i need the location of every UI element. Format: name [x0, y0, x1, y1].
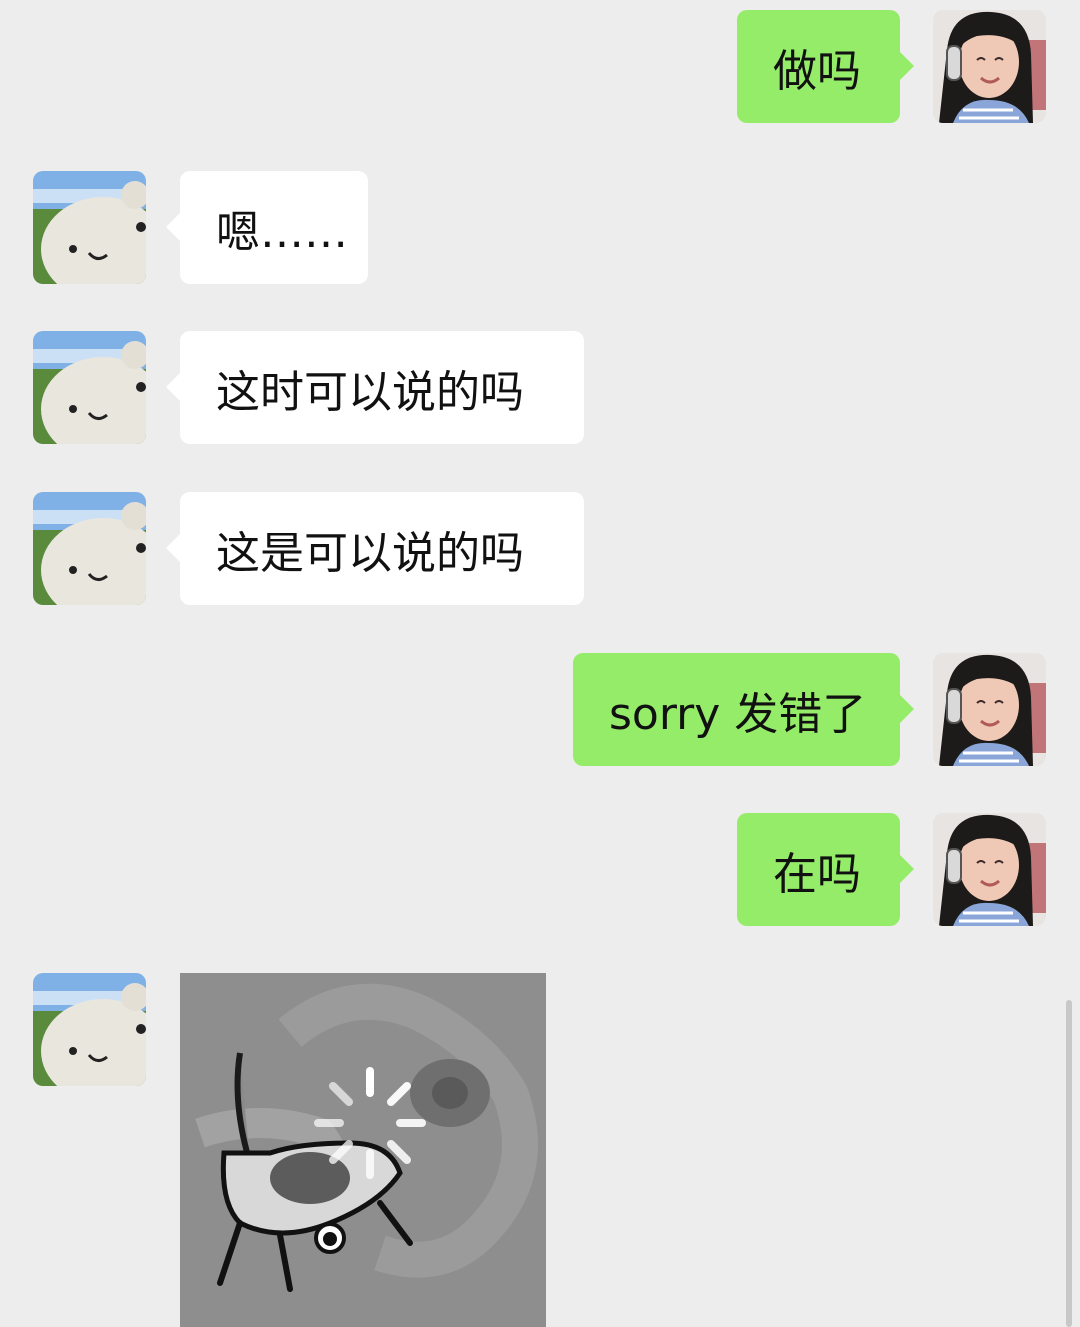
- message-bubble[interactable]: 嗯……: [166, 171, 368, 284]
- girl-with-headphones-avatar-icon: [933, 813, 1046, 926]
- image-message[interactable]: [180, 973, 546, 1327]
- cat-sticker-image: [180, 973, 546, 1327]
- message-bubble[interactable]: sorry 发错了: [573, 653, 914, 766]
- self-avatar[interactable]: [933, 813, 1046, 926]
- message-bubble[interactable]: 这时可以说的吗: [166, 331, 584, 444]
- message-text: 这是可以说的吗: [216, 527, 524, 579]
- girl-with-headphones-avatar-icon: [933, 653, 1046, 766]
- contact-avatar[interactable]: [33, 973, 146, 1086]
- message-row-incoming: 这是可以说的吗: [0, 492, 1080, 605]
- contact-avatar[interactable]: [33, 492, 146, 605]
- white-cat-avatar-icon: [33, 331, 146, 444]
- message-text: sorry 发错了: [609, 688, 867, 740]
- message-text: 这时可以说的吗: [216, 366, 524, 418]
- message-bubble[interactable]: 这是可以说的吗: [166, 492, 584, 605]
- message-text: 嗯……: [216, 206, 348, 258]
- scrollbar[interactable]: [1066, 1000, 1072, 1327]
- message-row-outgoing: sorry 发错了: [0, 653, 1080, 766]
- message-text: 在吗: [773, 848, 861, 900]
- contact-avatar[interactable]: [33, 171, 146, 284]
- message-row-incoming: 嗯……: [0, 171, 1080, 284]
- message-bubble[interactable]: 做吗: [737, 10, 914, 123]
- message-row-outgoing: 在吗: [0, 813, 1080, 926]
- message-text: 做吗: [773, 45, 861, 97]
- contact-avatar[interactable]: [33, 331, 146, 444]
- message-bubble[interactable]: 在吗: [737, 813, 914, 926]
- self-avatar[interactable]: [933, 653, 1046, 766]
- chat-message-list[interactable]: 做吗 嗯…… 这时可以说的吗 这是可以说的吗 sorry 发错了 在吗: [0, 0, 1080, 1327]
- white-cat-avatar-icon: [33, 171, 146, 284]
- self-avatar[interactable]: [933, 10, 1046, 123]
- white-cat-avatar-icon: [33, 973, 146, 1086]
- message-row-outgoing: 做吗: [0, 10, 1080, 123]
- girl-with-headphones-avatar-icon: [933, 10, 1046, 123]
- message-row-incoming: 这时可以说的吗: [0, 331, 1080, 444]
- white-cat-avatar-icon: [33, 492, 146, 605]
